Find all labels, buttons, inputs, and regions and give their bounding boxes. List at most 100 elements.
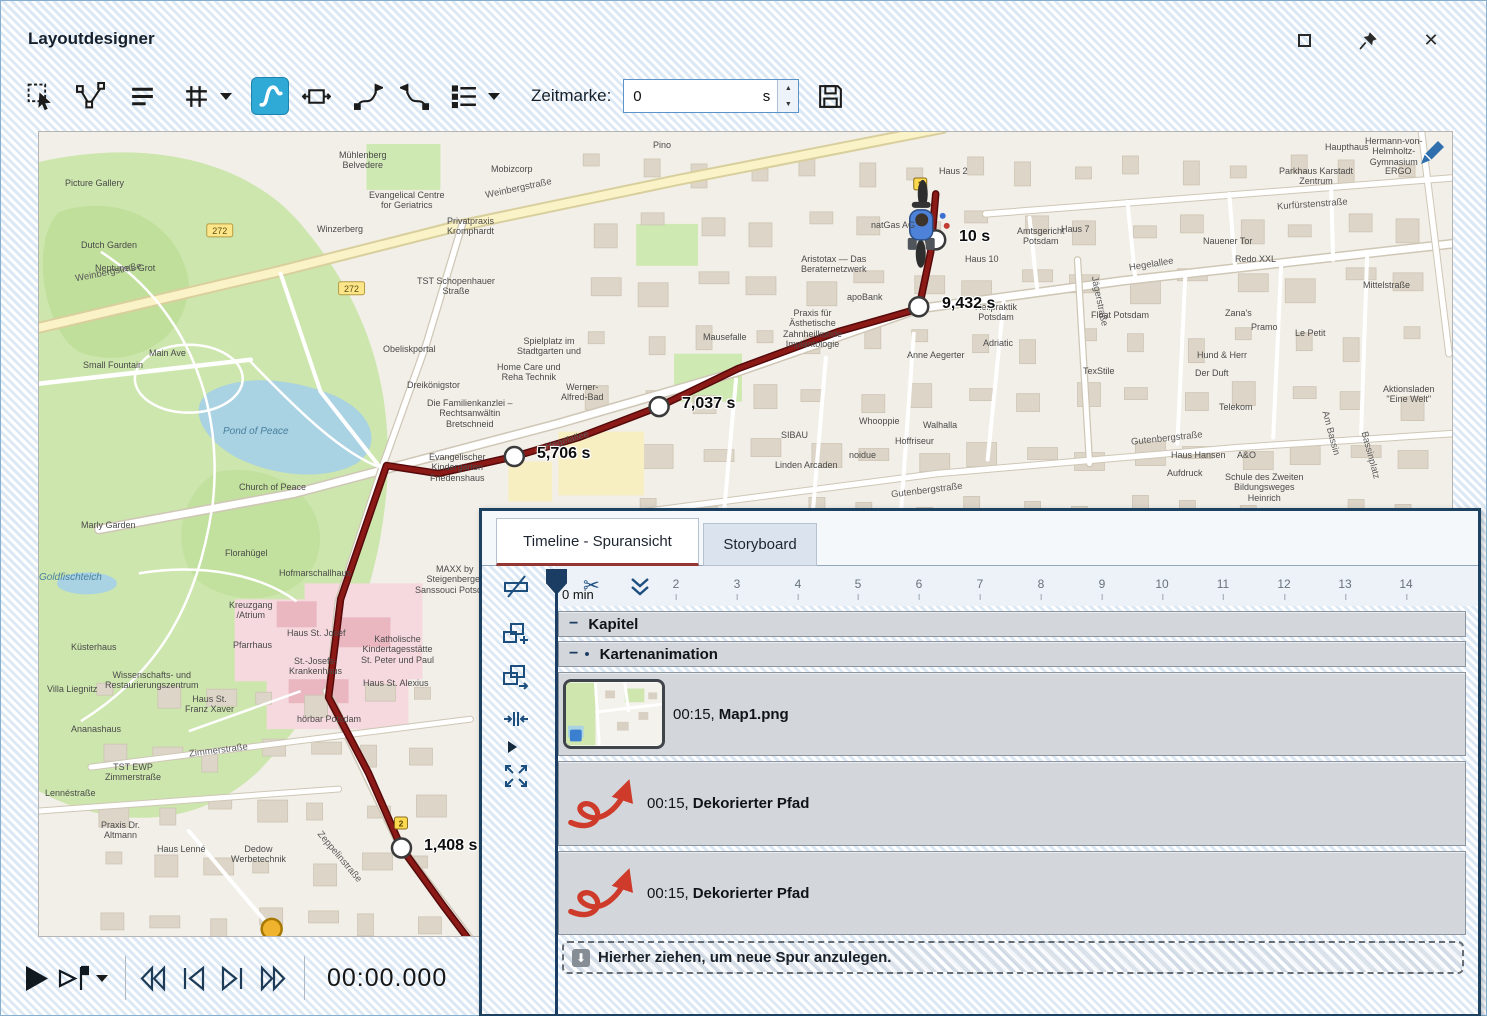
skip-to-end-button[interactable]	[258, 958, 288, 998]
waypoint-time-label: 1,408 s	[424, 837, 477, 855]
layoutdesigner-window: Layoutdesigner ✕	[0, 0, 1487, 1016]
decorated-path-icon	[565, 862, 639, 924]
zeitmarke-spinner[interactable]: ▲ ▼	[777, 80, 798, 112]
smooth-path-tool-button[interactable]	[251, 77, 289, 115]
expand-row-button[interactable]	[508, 741, 517, 756]
skip-to-start-icon	[138, 964, 168, 993]
ruler-tick: 3	[734, 577, 741, 591]
clip-duration: 00:15,	[647, 885, 689, 902]
spinner-down-icon[interactable]: ▼	[778, 96, 798, 112]
collapse-all-icon[interactable]	[629, 577, 651, 597]
razor-split-icon	[502, 573, 530, 600]
ruler-tick: 8	[1038, 577, 1045, 591]
maximize-button[interactable]	[1289, 27, 1319, 53]
expand-tracks-button[interactable]	[502, 762, 530, 793]
window-title: Layoutdesigner	[28, 29, 155, 49]
road-ref-badge: 272	[339, 282, 365, 295]
smooth-path-icon	[256, 82, 285, 111]
map-clip-thumbnail[interactable]	[563, 679, 665, 749]
zeitmarke-value[interactable]: 0	[624, 88, 763, 105]
route-start-marker[interactable]	[262, 919, 282, 937]
grid-icon	[182, 82, 211, 111]
maximize-icon	[1298, 34, 1311, 47]
play-from-marker-button[interactable]	[58, 958, 89, 998]
tab-timeline-spuransicht[interactable]: Timeline - Spuransicht	[496, 518, 699, 566]
save-icon	[816, 82, 845, 111]
play-from-marker-icon	[58, 964, 89, 993]
save-button[interactable]	[811, 77, 849, 115]
ruler-tick: 2	[673, 577, 680, 591]
collapse-subchapter-icon[interactable]: −	[569, 645, 578, 663]
skip-to-start-button[interactable]	[138, 958, 168, 998]
add-object-button[interactable]	[502, 620, 530, 651]
object-list-icon	[450, 82, 479, 111]
curve-nodes-tool-button[interactable]	[71, 77, 109, 115]
previous-frame-button[interactable]	[178, 958, 208, 998]
select-tool-button[interactable]	[21, 77, 59, 115]
add-object-icon	[502, 620, 530, 648]
subchapter-label: Kartenanimation	[600, 646, 718, 663]
timecode-display: 00:00.000	[327, 964, 447, 993]
grid-tool-button[interactable]	[177, 77, 215, 115]
fit-view-tool-button[interactable]	[297, 77, 335, 115]
clip-duration: 00:15,	[647, 795, 689, 812]
clip-duration: 00:15,	[673, 706, 715, 723]
previous-frame-icon	[178, 964, 208, 993]
cut-at-marker-icon[interactable]: ✂	[583, 573, 600, 598]
object-list-dropdown-button[interactable]	[483, 81, 505, 111]
clip-row-map[interactable]: 00:15,Map1.png	[558, 672, 1466, 756]
waypoint-marker[interactable]	[909, 297, 928, 316]
clip-name: Map1.png	[719, 706, 789, 723]
chevron-down-icon	[220, 93, 232, 100]
svg-text:272: 272	[344, 284, 359, 294]
route-number-badge: 2	[394, 817, 407, 829]
path-fade-in-icon	[354, 82, 383, 111]
collapse-chapter-icon[interactable]: −	[569, 615, 578, 633]
separator	[304, 956, 305, 1000]
edit-pen-icon[interactable]	[1417, 137, 1447, 167]
subchapter-row[interactable]: − • Kartenanimation	[558, 641, 1466, 667]
clip-row-path-1[interactable]: 00:15,Dekorierter Pfad	[558, 761, 1466, 846]
ruler-tick: 10	[1155, 577, 1168, 591]
duplicate-object-icon	[502, 662, 530, 690]
pin-button[interactable]	[1354, 27, 1384, 53]
waypoint-time-label: 5,706 s	[537, 445, 590, 463]
object-list-tool-button[interactable]	[445, 77, 483, 115]
svg-text:2: 2	[399, 819, 404, 829]
zeitmarke-input[interactable]: 0 s ▲ ▼	[623, 79, 799, 113]
play-icon	[23, 964, 50, 993]
waypoint-marker[interactable]	[650, 397, 669, 416]
zeitmarke-label: Zeitmarke:	[531, 86, 611, 106]
waypoint-marker[interactable]	[505, 447, 524, 466]
ruler-tick: 14	[1399, 577, 1412, 591]
bullet-icon: •	[584, 646, 589, 663]
grid-dropdown-button[interactable]	[215, 81, 237, 111]
path-fade-out-tool-button[interactable]	[395, 77, 433, 115]
track-lines-tool-button[interactable]	[123, 77, 161, 115]
duplicate-object-button[interactable]	[502, 662, 530, 693]
new-track-dropzone[interactable]: ⬇ Hierher ziehen, um neue Spur anzulegen…	[562, 941, 1464, 974]
close-button[interactable]: ✕	[1416, 27, 1446, 53]
titlebar[interactable]: Layoutdesigner ✕	[1, 1, 1486, 63]
waypoint-time-label: 7,037 s	[682, 395, 735, 413]
play-options-dropdown[interactable]	[91, 963, 113, 993]
main-toolbar: Zeitmarke: 0 s ▲ ▼	[1, 63, 1486, 129]
skip-to-end-icon	[258, 964, 288, 993]
waypoint-marker[interactable]	[392, 838, 411, 857]
dropzone-label: Hierher ziehen, um neue Spur anzulegen.	[598, 949, 891, 966]
play-button[interactable]	[23, 958, 50, 998]
ruler-tick: 11	[1217, 577, 1229, 591]
clip-row-path-2[interactable]: 00:15,Dekorierter Pfad	[558, 851, 1466, 935]
spinner-up-icon[interactable]: ▲	[778, 80, 798, 96]
chapter-row[interactable]: − Kapitel	[558, 611, 1466, 637]
clip-name: Dekorierter Pfad	[693, 795, 810, 812]
zeitmarke-unit: s	[763, 88, 778, 105]
collapse-tracks-button[interactable]	[502, 705, 530, 736]
next-frame-button[interactable]	[218, 958, 248, 998]
mini-play-icon	[508, 741, 517, 753]
road-ref-badge: 272	[207, 224, 233, 237]
razor-split-button[interactable]	[502, 573, 530, 603]
tab-storyboard[interactable]: Storyboard	[703, 523, 817, 566]
path-fade-in-tool-button[interactable]	[349, 77, 387, 115]
ruler-tick: 5	[855, 577, 862, 591]
